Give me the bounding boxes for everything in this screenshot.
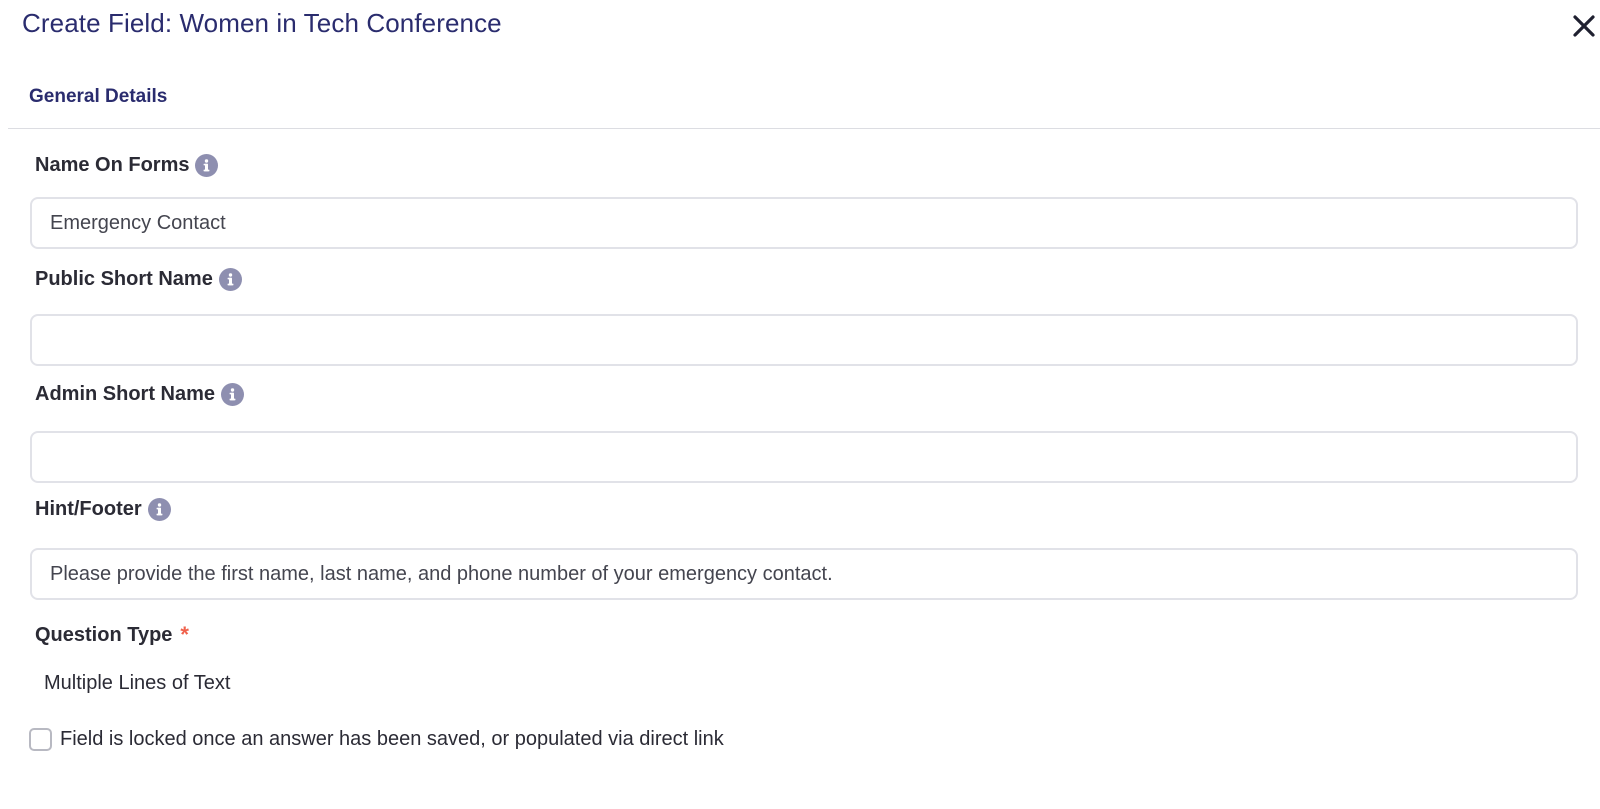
hint-footer-label-text: Hint/Footer — [35, 498, 142, 520]
close-button[interactable] — [1568, 8, 1598, 42]
hint-footer-label: Hint/Footer — [35, 498, 171, 521]
question-type-label: Question Type * — [35, 622, 189, 648]
dialog-header: Create Field: Women in Tech Conference — [0, 0, 1600, 50]
public-short-name-label-text: Public Short Name — [35, 268, 213, 290]
section-divider — [8, 128, 1600, 129]
info-icon[interactable] — [195, 154, 219, 177]
lock-field-label: Field is locked once an answer has been … — [60, 728, 724, 750]
admin-short-name-input[interactable] — [30, 431, 1578, 483]
close-icon — [1573, 15, 1595, 37]
name-on-forms-label-text: Name On Forms — [35, 154, 190, 176]
hint-footer-input[interactable] — [30, 548, 1578, 600]
info-icon[interactable] — [147, 498, 171, 521]
dialog-title: Create Field: Women in Tech Conference — [22, 8, 502, 38]
lock-field-option[interactable]: Field is locked once an answer has been … — [29, 728, 724, 751]
public-short-name-label: Public Short Name — [35, 268, 242, 291]
tab-general-details[interactable]: General Details — [29, 86, 167, 108]
question-type-label-text: Question Type — [35, 623, 173, 646]
lock-field-checkbox[interactable] — [29, 728, 52, 751]
public-short-name-input[interactable] — [30, 314, 1578, 366]
admin-short-name-label: Admin Short Name — [35, 383, 245, 406]
info-icon[interactable] — [221, 383, 245, 406]
question-type-value: Multiple Lines of Text — [44, 672, 231, 694]
admin-short-name-label-text: Admin Short Name — [35, 383, 216, 405]
name-on-forms-input[interactable] — [30, 197, 1578, 249]
info-icon[interactable] — [218, 268, 242, 291]
required-indicator: * — [180, 622, 189, 647]
name-on-forms-label: Name On Forms — [35, 154, 219, 177]
